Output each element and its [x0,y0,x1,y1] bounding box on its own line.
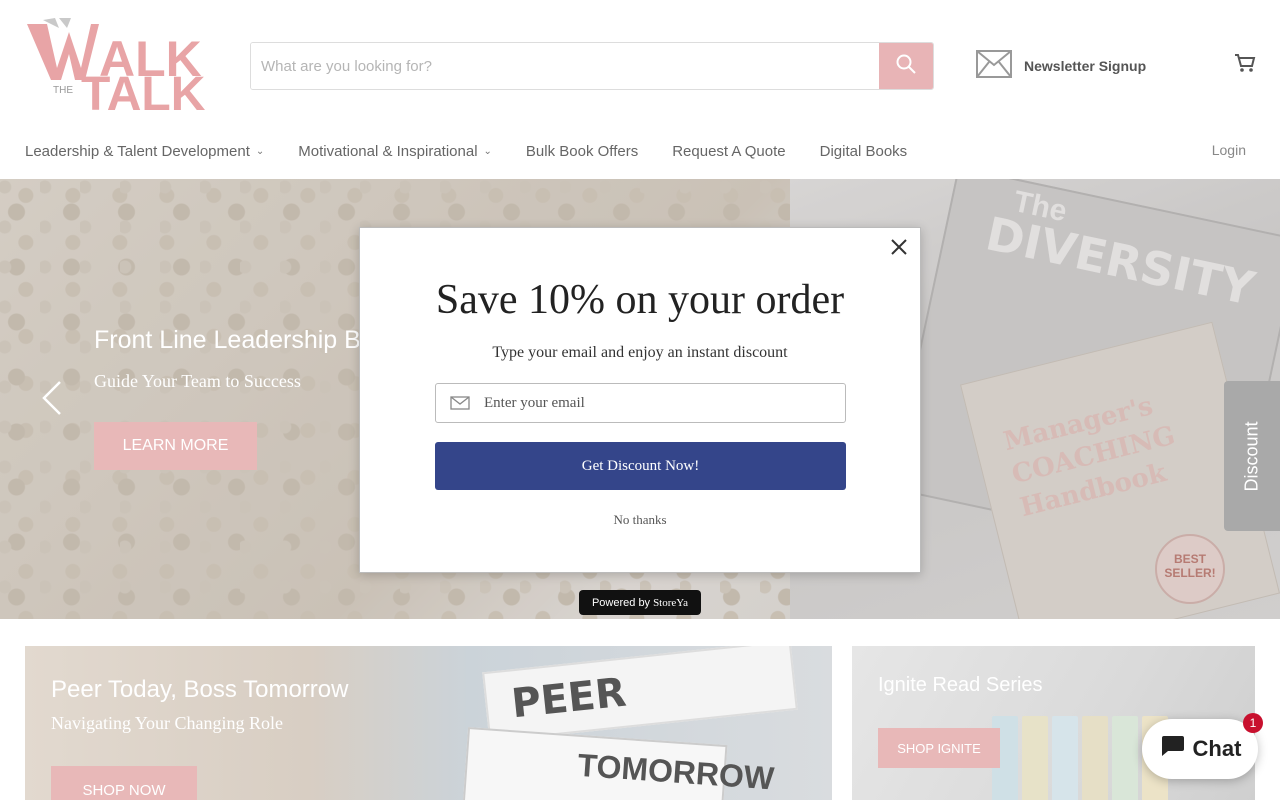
tile-sign-tomorrow: TOMORROW [462,727,775,800]
tile-subtitle: Navigating Your Changing Role [51,713,283,733]
chevron-down-icon: ⌄ [255,145,265,157]
shop-now-button[interactable]: SHOP NOW [51,766,197,800]
search-input[interactable] [251,43,879,89]
hero-subtitle: Guide Your Team to Success [94,371,301,391]
popup-title: Save 10% on your order [435,277,845,323]
newsletter-signup-link[interactable]: Newsletter Signup [976,50,1146,81]
get-discount-button[interactable]: Get Discount Now! [435,442,846,490]
shop-ignite-button[interactable]: SHOP IGNITE [878,728,1000,768]
promo-tile-peer-today[interactable]: PEER TOMORROW Peer Today, Boss Tomorrow … [25,646,832,800]
popup-email-field [435,383,846,423]
search-bar [250,42,934,90]
nav-item-bulk-book-offers[interactable]: Bulk Book Offers [526,143,638,160]
search-button[interactable] [879,43,933,89]
close-icon [888,239,910,262]
chat-notification-badge: 1 [1243,713,1263,733]
chat-button[interactable]: Chat [1142,719,1258,779]
envelope-icon [976,50,1012,81]
chat-bubble-icon [1159,734,1185,764]
learn-more-button[interactable]: LEARN MORE [94,422,257,470]
nav-item-label: Bulk Book Offers [525,142,639,160]
chevron-left-icon [40,381,64,420]
tile-title: Ignite Read Series [878,674,1043,696]
hero-text: Front Line Leadership B Guide Your Team … [94,326,361,392]
discount-tab[interactable]: Discount [1224,381,1280,531]
hero-title: Front Line Leadership B [94,326,361,354]
chevron-down-icon: ⌄ [483,145,492,157]
chat-label: Chat [1192,736,1242,761]
book-spines [992,716,1168,800]
svg-text:THE: THE [53,85,73,96]
envelope-icon [436,396,484,410]
cart-icon [1234,54,1256,77]
main-nav: Leadership & Talent Development ⌄ Motiva… [25,140,941,162]
svg-text:TALK: TALK [81,68,206,114]
nav-item-request-a-quote[interactable]: Request A Quote [672,143,785,160]
nav-item-leadership[interactable]: Leadership & Talent Development ⌄ [25,143,264,160]
email-input[interactable] [484,394,845,412]
nav-item-label: Request A Quote [672,142,786,160]
popup-close-button[interactable] [888,236,910,258]
tile-title: Peer Today, Boss Tomorrow [51,676,349,703]
newsletter-label: Newsletter Signup [1024,57,1147,74]
tile-sign-peer: PEER [482,646,798,743]
powered-by-label: Powered by [591,596,651,609]
slideshow-prev-button[interactable] [40,380,64,421]
no-thanks-link[interactable]: No thanks [360,512,920,528]
nav-item-label: Leadership & Talent Development [25,142,250,160]
powered-by-brand: StoreYa [653,596,689,609]
discount-tab-label: Discount [1241,420,1262,492]
nav-item-digital-books[interactable]: Digital Books [820,143,908,160]
nav-item-label: Motivational & Inspirational [298,142,478,160]
nav-item-motivational[interactable]: Motivational & Inspirational ⌄ [298,143,492,160]
cart-button[interactable] [1234,53,1256,78]
discount-popup: Save 10% on your order Type your email a… [359,227,921,573]
site-logo[interactable]: ALK THE TALK [25,18,225,121]
nav-item-label: Digital Books [819,142,908,160]
powered-by-badge[interactable]: Powered by StoreYa [579,590,701,615]
search-icon [896,54,916,79]
site-header: ALK THE TALK Newsletter Signup Leadershi… [0,0,1280,179]
login-link[interactable]: Login [1212,142,1246,158]
popup-subtitle: Type your email and enjoy an instant dis… [492,344,788,361]
